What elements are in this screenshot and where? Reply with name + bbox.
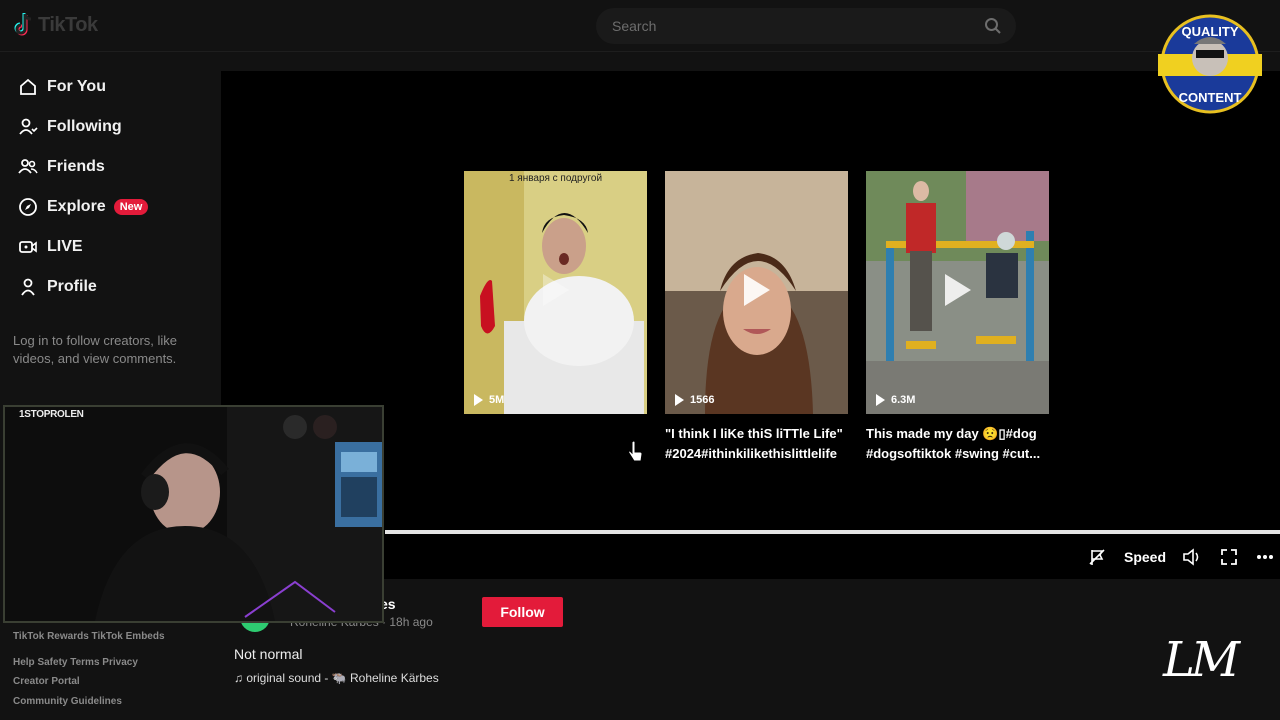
footer-link-community-guidelines[interactable]: Community Guidelines — [13, 696, 122, 707]
sidebar-item-label: Explore — [47, 198, 106, 215]
view-count: 1566 — [675, 394, 714, 406]
home-icon — [17, 76, 39, 98]
video-card[interactable]: 1 января с подругой 5M — [464, 171, 647, 414]
tiktok-logo[interactable]: TikTok — [12, 12, 98, 38]
view-count-value: 1566 — [690, 394, 715, 406]
play-icon[interactable] — [945, 274, 971, 306]
video-card[interactable]: 6.3M — [866, 171, 1049, 414]
webcam-label: 1STOPROLEN — [19, 409, 84, 420]
sidebar-item-explore[interactable]: Explore New — [0, 187, 221, 227]
brand-wordmark: TikTok — [38, 13, 98, 36]
sidebar-item-for-you[interactable]: For You — [0, 67, 221, 107]
speed-label: Speed — [1124, 549, 1167, 565]
sidebar-item-label: For You — [47, 78, 106, 95]
play-icon[interactable] — [744, 274, 770, 306]
play-icon[interactable] — [543, 274, 569, 306]
quality-content-badge-icon: QUALITY CONTENT — [1158, 14, 1262, 114]
badge-top-text: QUALITY — [1181, 24, 1238, 39]
more-options-icon[interactable] — [1256, 545, 1274, 569]
webcam-feed — [5, 407, 382, 621]
sidebar-item-label: LIVE — [47, 238, 83, 255]
live-icon — [17, 236, 39, 258]
new-badge: New — [113, 199, 149, 215]
view-count: 5M — [474, 394, 504, 406]
view-count-value: 5M — [489, 394, 505, 406]
sidebar-item-friends[interactable]: Friends — [0, 147, 221, 187]
video-caption[interactable]: This made my day 😟▯#dog #dogsoftiktok #s… — [866, 424, 1052, 464]
video-card[interactable]: 1566 — [665, 171, 848, 414]
fullscreen-icon[interactable] — [1220, 545, 1238, 569]
following-icon — [17, 116, 39, 138]
sidebar-item-label: Following — [47, 118, 122, 135]
login-hint: Log in to follow creators, like videos, … — [13, 333, 178, 366]
sidebar-item-label: Profile — [47, 278, 97, 295]
volume-icon[interactable] — [1182, 545, 1202, 569]
footer-link-creator-portal[interactable]: Creator Portal — [13, 676, 80, 687]
speed-button[interactable]: Speed — [1124, 545, 1166, 569]
webcam-overlay: 1STOPROLEN — [3, 405, 384, 623]
search-bar — [596, 8, 1016, 44]
follow-button[interactable]: Follow — [482, 597, 563, 627]
compass-icon — [17, 196, 39, 218]
sidebar-item-label: Friends — [47, 158, 105, 175]
top-bar: TikTok — [0, 0, 1280, 52]
search-input[interactable] — [612, 18, 972, 34]
search-icon[interactable] — [984, 17, 1002, 35]
footer-links-row[interactable]: Help Safety Terms Privacy — [13, 657, 138, 668]
badge-bottom-text: CONTENT — [1179, 90, 1242, 105]
play-count-icon — [876, 394, 885, 406]
footer-links-row[interactable]: TikTok Rewards TikTok Embeds — [13, 631, 165, 642]
video-overlay-text: 1 января с подругой — [508, 173, 603, 184]
play-count-icon — [675, 394, 684, 406]
tiktok-note-icon — [14, 13, 32, 36]
video-caption[interactable]: "I think I liKe thiS liTTle Life" #2024#… — [665, 424, 855, 464]
sidebar-item-following[interactable]: Following — [0, 107, 221, 147]
sidebar-item-live[interactable]: LIVE — [0, 227, 221, 267]
watermark-logo: LM — [1163, 632, 1240, 688]
profile-icon — [17, 276, 39, 298]
hand-cursor-icon — [628, 441, 643, 462]
no-flag-icon[interactable] — [1088, 545, 1106, 569]
sound-link[interactable]: ♫ original sound - 🐃 Roheline Kärbes — [234, 671, 439, 685]
play-count-icon — [474, 394, 483, 406]
video-progress-bar[interactable] — [385, 530, 1280, 534]
view-count: 6.3M — [876, 394, 915, 406]
view-count-value: 6.3M — [891, 394, 916, 406]
sidebar-item-profile[interactable]: Profile — [0, 267, 221, 307]
post-description: Not normal — [234, 646, 303, 662]
friends-icon — [17, 156, 39, 178]
